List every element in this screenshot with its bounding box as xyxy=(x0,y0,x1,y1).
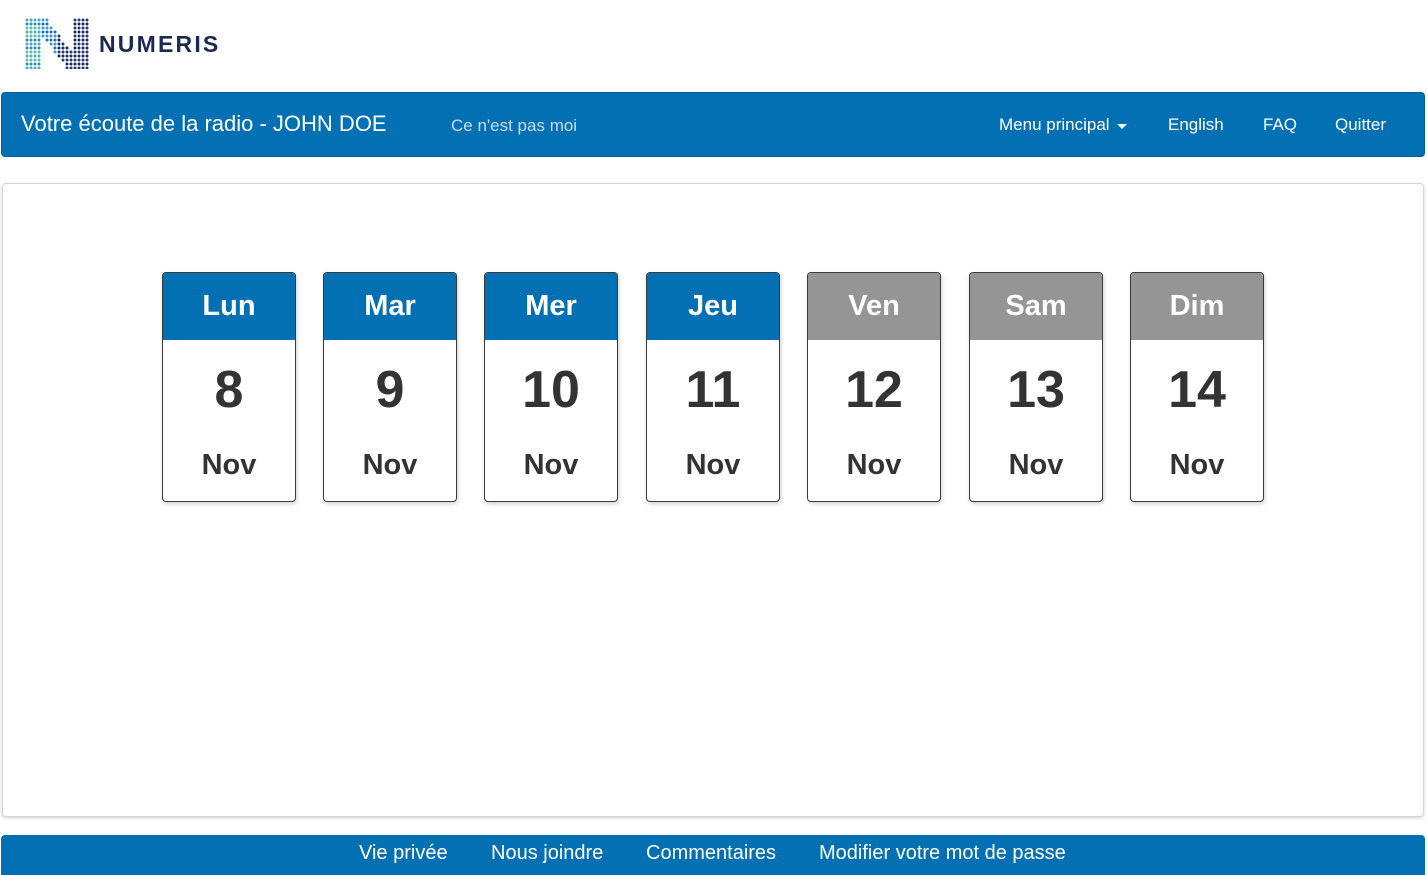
footer-privacy-link[interactable]: Vie privée xyxy=(359,842,448,865)
day-name: Mar xyxy=(324,273,456,340)
day-month: Nov xyxy=(201,449,257,481)
day-card[interactable]: Sam 13 Nov xyxy=(969,272,1103,502)
day-card[interactable]: Lun 8 Nov xyxy=(162,272,296,502)
day-name: Jeu xyxy=(647,273,779,340)
day-card[interactable]: Jeu 11 Nov xyxy=(646,272,780,502)
day-date: 14 xyxy=(1168,361,1226,419)
day-month: Nov xyxy=(362,449,418,481)
footer-change-password-link[interactable]: Modifier votre mot de passe xyxy=(819,842,1066,865)
top-navbar: Votre écoute de la radio - JOHN DOE Ce n… xyxy=(1,92,1425,157)
day-month: Nov xyxy=(523,449,579,481)
numeris-logo[interactable]: NUMERIS xyxy=(24,17,220,69)
footer-comments-link[interactable]: Commentaires xyxy=(646,842,776,865)
day-name: Mer xyxy=(485,273,617,340)
day-name: Ven xyxy=(808,273,940,340)
faq-link[interactable]: FAQ xyxy=(1263,115,1297,135)
day-date: 10 xyxy=(522,361,580,419)
day-date: 12 xyxy=(845,361,903,419)
day-card[interactable]: Mar 9 Nov xyxy=(323,272,457,502)
brand-name: NUMERIS xyxy=(99,31,221,57)
day-date: 11 xyxy=(685,361,741,419)
day-month: Nov xyxy=(685,449,741,481)
caret-down-icon xyxy=(1116,123,1127,129)
day-date: 9 xyxy=(375,361,405,419)
day-card[interactable]: Dim 14 Nov xyxy=(1130,272,1264,502)
day-date: 13 xyxy=(1007,361,1065,419)
day-card[interactable]: Ven 12 Nov xyxy=(807,272,941,502)
day-name: Sam xyxy=(970,273,1102,340)
day-name: Lun xyxy=(163,273,295,340)
day-date: 8 xyxy=(214,361,244,419)
day-name: Dim xyxy=(1131,273,1263,340)
day-month: Nov xyxy=(1169,449,1225,481)
day-month: Nov xyxy=(1008,449,1064,481)
main-menu-label: Menu principal xyxy=(999,115,1110,134)
day-card[interactable]: Mer 10 Nov xyxy=(484,272,618,502)
quit-link[interactable]: Quitter xyxy=(1335,115,1386,135)
numeris-logo-icon xyxy=(25,18,89,69)
main-menu-dropdown[interactable]: Menu principal xyxy=(999,115,1127,135)
language-english-link[interactable]: English xyxy=(1168,115,1224,135)
not-me-link[interactable]: Ce n'est pas moi xyxy=(451,116,577,136)
day-month: Nov xyxy=(846,449,902,481)
page-title: Votre écoute de la radio - JOHN DOE xyxy=(21,111,387,136)
footer-bar: Vie privée Nous joindre Commentaires Mod… xyxy=(1,835,1425,875)
logo-bar: NUMERIS xyxy=(0,0,1427,92)
footer-contact-link[interactable]: Nous joindre xyxy=(491,842,603,865)
